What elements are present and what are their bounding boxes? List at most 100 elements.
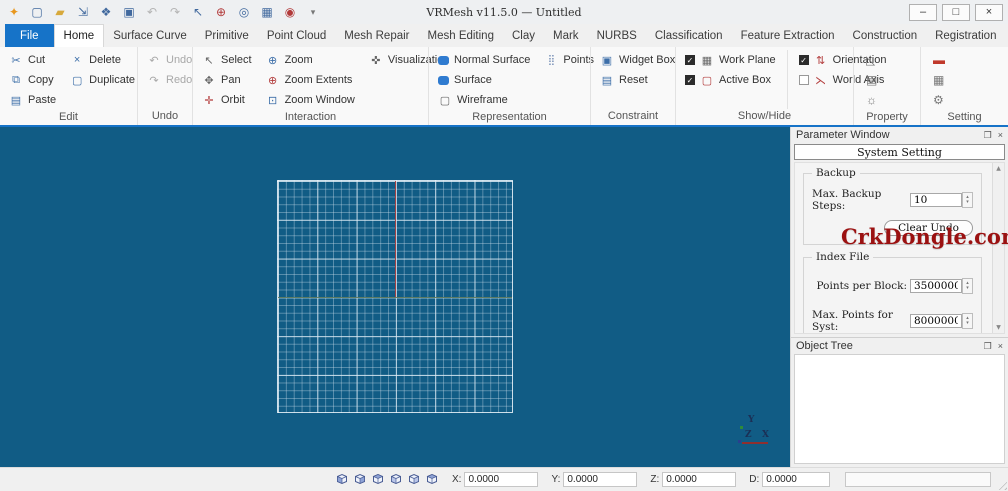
active-box-toggle[interactable]: ✓ ▢ Active Box bbox=[682, 70, 779, 90]
new-file-icon[interactable]: ▢ bbox=[30, 6, 44, 18]
points-per-block-input[interactable] bbox=[910, 279, 962, 293]
d-coord-field[interactable] bbox=[762, 472, 831, 487]
z-coord-label: Z: bbox=[650, 474, 660, 485]
widget-box-button[interactable]: ▣ Widget Box bbox=[597, 50, 678, 70]
zoom-extents-button[interactable]: ⊕ Zoom Extents bbox=[263, 70, 358, 90]
close-panel-icon[interactable]: × bbox=[998, 130, 1003, 141]
scroll-down-icon[interactable]: ▼ bbox=[993, 324, 1004, 331]
parameter-window-titlebar: Parameter Window ❐ × bbox=[791, 127, 1008, 143]
zoom-extents-icon[interactable]: ⊕ bbox=[214, 6, 228, 18]
resize-grip[interactable] bbox=[995, 478, 1007, 490]
points-per-block-spinner[interactable]: ▴ ▾ bbox=[962, 278, 973, 294]
tab-primitive[interactable]: Primitive bbox=[196, 24, 258, 47]
tab-clay[interactable]: Clay bbox=[503, 24, 544, 47]
qat-overflow-icon[interactable]: ▾ bbox=[306, 6, 320, 18]
view-bottom-button[interactable] bbox=[425, 472, 439, 486]
light-button[interactable]: ☼ bbox=[860, 90, 877, 110]
work-plane-icon: ▦ bbox=[701, 54, 713, 67]
normal-surface-button[interactable]: Normal Surface bbox=[435, 50, 533, 70]
wireframe-button[interactable]: ▢ Wireframe bbox=[435, 90, 533, 110]
max-points-system-spinner[interactable]: ▴ ▾ bbox=[962, 313, 973, 329]
orientation-checkbox[interactable]: ✓ bbox=[798, 55, 809, 65]
duplicate-button[interactable]: ▢ Duplicate bbox=[67, 70, 138, 90]
angle-property-button[interactable]: ◺ bbox=[860, 50, 877, 70]
tab-registration[interactable]: Registration bbox=[926, 24, 1005, 47]
undo-button[interactable]: ↶ Undo bbox=[144, 50, 195, 70]
view-left-button[interactable] bbox=[371, 472, 385, 486]
scroll-up-icon[interactable]: ▲ bbox=[993, 165, 1004, 172]
max-points-system-input[interactable] bbox=[910, 314, 962, 328]
x-coord-field[interactable] bbox=[464, 472, 539, 487]
work-plane-grid bbox=[277, 180, 513, 413]
import-icon[interactable]: ⇲ bbox=[76, 6, 90, 18]
active-box-checkbox[interactable]: ✓ bbox=[685, 75, 695, 85]
tab-classification[interactable]: Classification bbox=[646, 24, 732, 47]
object-tree-content[interactable] bbox=[794, 354, 1005, 464]
float-panel-icon[interactable]: ❐ bbox=[984, 341, 992, 352]
tab-mesh-editing[interactable]: Mesh Editing bbox=[419, 24, 503, 47]
work-plane-toggle[interactable]: ✓ ▦ Work Plane bbox=[682, 50, 779, 70]
select-cursor-icon[interactable]: ↖ bbox=[191, 6, 205, 18]
zoom-icon: ⊕ bbox=[267, 54, 278, 67]
view-right-button[interactable] bbox=[389, 472, 403, 486]
object-property-button[interactable]: ▤ bbox=[860, 70, 877, 90]
view-front-button[interactable] bbox=[335, 472, 349, 486]
normal-surface-icon bbox=[438, 55, 449, 65]
tab-file[interactable]: File bbox=[5, 24, 54, 47]
tab-mark[interactable]: Mark bbox=[544, 24, 588, 47]
work-plane-checkbox[interactable]: ✓ bbox=[685, 55, 695, 65]
object-tree-titlebar: Object Tree ❐ × bbox=[791, 338, 1008, 354]
tab-mesh-repair[interactable]: Mesh Repair bbox=[335, 24, 418, 47]
float-panel-icon[interactable]: ❐ bbox=[984, 130, 992, 141]
save-icon[interactable]: ▣ bbox=[122, 6, 136, 18]
maximize-button[interactable]: □ bbox=[942, 3, 970, 21]
tab-nurbs[interactable]: NURBS bbox=[588, 24, 646, 47]
open-file-icon[interactable]: ▰ bbox=[53, 6, 67, 18]
minimize-button[interactable]: – bbox=[909, 3, 937, 21]
zoom-window-icon[interactable]: ◎ bbox=[237, 6, 251, 18]
tab-construction[interactable]: Construction bbox=[844, 24, 927, 47]
points-button[interactable]: ⣿ Points bbox=[541, 50, 597, 70]
zoom-window-button[interactable]: ⊡ Zoom Window bbox=[263, 90, 358, 110]
license-icon[interactable]: ❖ bbox=[99, 6, 113, 18]
grid-view-icon[interactable]: ▦ bbox=[260, 6, 274, 18]
zoom-button[interactable]: ⊕ Zoom bbox=[263, 50, 358, 70]
copy-button[interactable]: ⧉ Copy bbox=[6, 70, 59, 90]
app-logo-icon: ✦ bbox=[8, 5, 20, 19]
world-axis-checkbox[interactable] bbox=[798, 75, 809, 85]
surface-icon bbox=[438, 75, 449, 85]
tab-home[interactable]: Home bbox=[53, 24, 105, 47]
orbit-button[interactable]: ✛ Orbit bbox=[199, 90, 255, 110]
delete-icon: × bbox=[73, 54, 81, 66]
viewport-3d[interactable]: Y Z X bbox=[0, 127, 790, 467]
view-top-button[interactable] bbox=[407, 472, 421, 486]
close-button[interactable]: × bbox=[975, 3, 1003, 21]
y-coord-field[interactable] bbox=[563, 472, 638, 487]
view-back-button[interactable] bbox=[353, 472, 367, 486]
close-panel-icon[interactable]: × bbox=[998, 341, 1003, 352]
undo-icon[interactable]: ↶ bbox=[145, 6, 159, 18]
reset-button[interactable]: ▤ Reset bbox=[597, 70, 678, 90]
pan-button[interactable]: ✥ Pan bbox=[199, 70, 255, 90]
grid-setting-button[interactable]: ▦ bbox=[927, 70, 945, 90]
redo-icon[interactable]: ↷ bbox=[168, 6, 182, 18]
render-mode-icon[interactable]: ◉ bbox=[283, 6, 297, 18]
max-backup-steps-input[interactable] bbox=[910, 193, 962, 207]
tab-surface-curve[interactable]: Surface Curve bbox=[104, 24, 196, 47]
tab-feature-extraction[interactable]: Feature Extraction bbox=[732, 24, 844, 47]
surface-button[interactable]: Surface bbox=[435, 70, 533, 90]
system-setting-header[interactable]: System Setting bbox=[794, 144, 1005, 160]
curve-setting-button[interactable]: ▬ bbox=[927, 50, 945, 70]
ribbon-group-showhide: ✓ ▦ Work Plane ✓ ▢ Active Box ✓ ⇅ Orientation … bbox=[675, 47, 886, 125]
redo-button[interactable]: ↷ Redo bbox=[144, 70, 195, 90]
cut-button[interactable]: ✂ Cut bbox=[6, 50, 59, 70]
max-backup-steps-spinner[interactable]: ▴ ▾ bbox=[962, 192, 973, 208]
axis-z-tip bbox=[738, 440, 741, 443]
system-setting-button[interactable]: ⚙ bbox=[927, 90, 945, 110]
z-coord-field[interactable] bbox=[662, 472, 737, 487]
tab-point-cloud[interactable]: Point Cloud bbox=[258, 24, 335, 47]
paste-button[interactable]: ▤ Paste bbox=[6, 90, 59, 110]
redo-icon: ↷ bbox=[149, 74, 159, 87]
delete-button[interactable]: × Delete bbox=[67, 50, 138, 70]
select-button[interactable]: ↖ Select bbox=[199, 50, 255, 70]
